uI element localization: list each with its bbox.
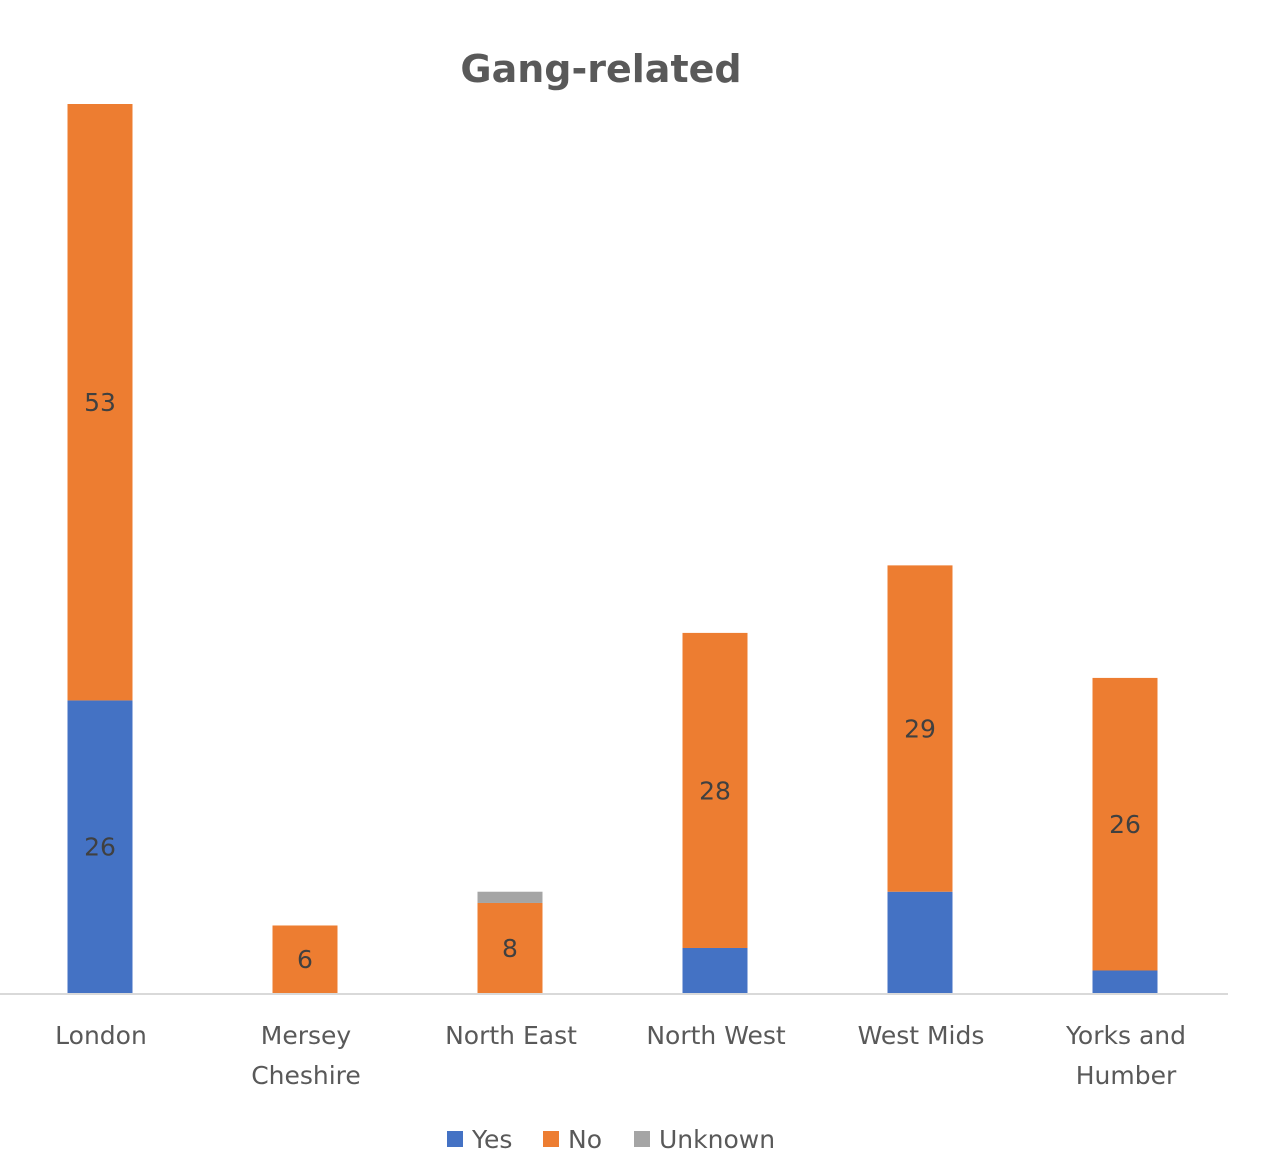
data-label-mersey-cheshire-no: 6	[297, 945, 313, 974]
data-label-london-no: 53	[84, 388, 116, 417]
legend-swatch-icon	[634, 1131, 650, 1147]
data-label-yorks-and-humber-no: 26	[1109, 810, 1141, 839]
legend-swatch-icon	[543, 1131, 559, 1147]
data-label-london-yes: 26	[84, 833, 116, 862]
bars-group	[67, 104, 1158, 993]
legend-label: Yes	[471, 1125, 512, 1154]
chart-title: Gang-related	[460, 47, 741, 91]
bar-west-mids-yes	[887, 891, 953, 993]
x-tick-label: Cheshire	[251, 1061, 361, 1090]
legend-swatch-icon	[447, 1131, 463, 1147]
legend-item-unknown: Unknown	[634, 1125, 775, 1154]
bar-north-west-yes	[682, 947, 748, 993]
chart: Gang-related 26 53 6 8 28 29 26 London Mersey Ch…	[0, 47, 1228, 1154]
legend-label: No	[568, 1125, 602, 1154]
x-tick-label: North West	[646, 1021, 786, 1050]
bar-yorks-and-humber-yes	[1092, 970, 1158, 993]
x-tick-label: North East	[445, 1021, 577, 1050]
legend: Yes No Unknown	[447, 1125, 775, 1154]
bar-north-east-unknown	[477, 891, 543, 903]
data-labels-group: 26 53 6 8 28 29 26	[84, 388, 1141, 974]
data-label-north-west-no: 28	[699, 776, 731, 805]
x-tick-labels: London Mersey Cheshire North East North West…	[55, 1021, 1186, 1090]
x-tick-label: London	[55, 1021, 147, 1050]
data-label-north-east-no: 8	[502, 934, 518, 963]
legend-label: Unknown	[659, 1125, 775, 1154]
legend-item-no: No	[543, 1125, 602, 1154]
legend-item-yes: Yes	[447, 1125, 512, 1154]
x-tick-label: Humber	[1076, 1061, 1177, 1090]
x-tick-label: West Mids	[858, 1021, 985, 1050]
data-label-west-mids-no: 29	[904, 715, 936, 744]
x-tick-label: Yorks and	[1065, 1021, 1186, 1050]
x-tick-label: Mersey	[261, 1021, 352, 1050]
